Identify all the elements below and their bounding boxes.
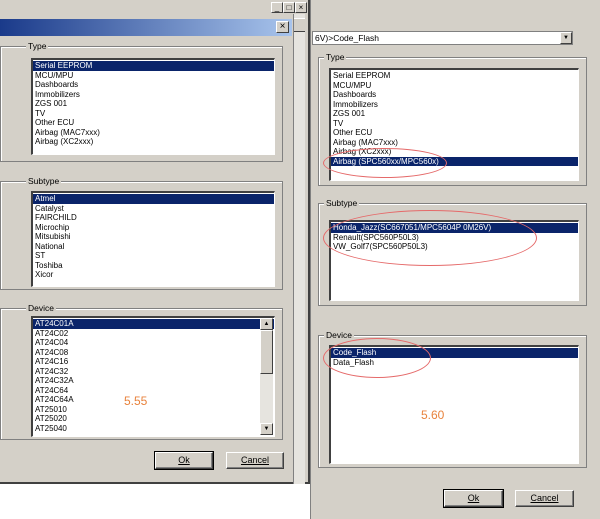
left-version-label: 5.55 (124, 394, 148, 408)
right-type-list-item[interactable]: Other ECU (331, 128, 578, 138)
left-device-list-item[interactable]: AT24C16 (33, 357, 274, 367)
right-subtype-group: Subtype Honda_Jazz(SC667051/MPC5604P 0M2… (318, 198, 587, 306)
left-subtype-list-item[interactable]: Atmel (33, 194, 274, 204)
right-device-label: Device (324, 330, 354, 341)
left-device-list-item[interactable]: AT25010 (33, 405, 274, 415)
maximize-icon[interactable]: □ (283, 2, 295, 13)
left-subtype-label: Subtype (26, 176, 62, 187)
left-type-list-item[interactable]: ZGS 001 (33, 99, 274, 109)
left-device-list-item[interactable]: AT24C08 (33, 348, 274, 358)
right-type-list-item[interactable]: ZGS 001 (331, 109, 578, 119)
device-scrollbar[interactable]: ▲ ▼ (260, 318, 273, 435)
right-cancel-button[interactable]: Cancel (515, 490, 574, 507)
right-type-list-item[interactable]: Airbag (XC2xxx) (331, 147, 578, 157)
left-ok-button[interactable]: Ok (154, 451, 214, 470)
right-cancel-label: Cancel (530, 493, 559, 503)
right-type-list-item[interactable]: TV (331, 119, 578, 129)
minimize-icon[interactable]: _ (271, 2, 283, 13)
right-dialog: 6V)>Code_Flash ▼ Type Serial EEPROM MCU/M… (310, 0, 600, 519)
left-device-label: Device (26, 303, 56, 314)
left-subtype-list-item[interactable]: Xicor (33, 270, 274, 280)
right-subtype-list-item[interactable]: Honda_Jazz(SC667051/MPC5604P 0M26V) (331, 223, 578, 233)
left-device-list-item[interactable]: AT25020 (33, 414, 274, 424)
left-subtype-listbox[interactable]: Atmel Catalyst FAIRCHILD Microchip Mitsubish… (31, 191, 275, 287)
left-type-listbox[interactable]: Serial EEPROM MCU/MPU Dashboards Immobilize… (31, 58, 275, 155)
outer-scrollbar[interactable] (293, 14, 305, 484)
left-device-list-item[interactable]: AT24C64A (33, 395, 274, 405)
right-subtype-label: Subtype (324, 198, 360, 209)
left-device-list-item[interactable]: AT24C32 (33, 367, 274, 377)
left-titlebar: × (0, 19, 292, 36)
left-device-list-item[interactable]: AT24C64 (33, 386, 274, 396)
left-subtype-list-item[interactable]: ST (33, 251, 274, 261)
right-subtype-listbox[interactable]: Honda_Jazz(SC667051/MPC5604P 0M26V) Renau… (329, 220, 579, 301)
right-ok-button[interactable]: Ok (443, 489, 504, 508)
right-type-label: Type (324, 52, 347, 63)
left-type-group: Type Serial EEPROM MCU/MPU Dashboards Immob… (0, 41, 283, 162)
left-cancel-button[interactable]: Cancel (226, 452, 284, 469)
right-type-listbox[interactable]: Serial EEPROM MCU/MPU Dashboards Immobilize… (329, 68, 579, 181)
right-device-listbox[interactable]: Code_Flash Data_Flash (329, 345, 579, 464)
scroll-up-icon[interactable]: ▲ (260, 318, 273, 330)
outer-scroll-thumb[interactable] (294, 18, 305, 32)
left-type-list-item[interactable]: Serial EEPROM (33, 61, 274, 71)
dropdown-arrow-icon[interactable]: ▼ (560, 32, 572, 44)
left-subtype-list-item[interactable]: FAIRCHILD (33, 213, 274, 223)
left-type-list-item[interactable]: MCU/MPU (33, 71, 274, 81)
scroll-down-icon[interactable]: ▼ (260, 423, 273, 435)
left-device-list-item[interactable]: AT24C02 (33, 329, 274, 339)
left-subtype-list-item[interactable]: Mitsubishi (33, 232, 274, 242)
right-type-list-item[interactable]: Dashboards (331, 90, 578, 100)
left-subtype-list-item[interactable]: National (33, 242, 274, 252)
dialog-close-icon[interactable]: × (276, 21, 289, 33)
left-type-list-item[interactable]: TV (33, 109, 274, 119)
path-text: 6V)>Code_Flash (315, 33, 380, 43)
right-type-list-item[interactable]: Airbag (SPC560xx/MPC560x) (331, 156, 578, 166)
right-type-list-item[interactable]: Serial EEPROM (331, 71, 578, 81)
right-subtype-list-item[interactable]: VW_Golf7(SPC560P50L3) (331, 242, 578, 252)
left-device-listbox[interactable]: AT24C01A AT24C02 AT24C04 AT24C08 AT24C16 AT24… (31, 316, 275, 437)
left-subtype-list-item[interactable]: Microchip (33, 223, 274, 233)
right-type-list-item[interactable]: Immobilizers (331, 100, 578, 110)
right-ok-label: Ok (467, 493, 480, 503)
close-icon[interactable]: × (295, 2, 307, 13)
right-type-list-item[interactable]: Airbag (MAC7xxx) (331, 138, 578, 148)
right-version-label: 5.60 (421, 408, 445, 422)
left-subtype-list-item[interactable]: Toshiba (33, 261, 274, 271)
left-device-list-item[interactable]: AT25040 (33, 424, 274, 434)
left-type-list-item[interactable]: Airbag (XC2xxx) (33, 137, 274, 147)
left-type-list-item[interactable]: Airbag (MAC7xxx) (33, 128, 274, 138)
left-type-list-item[interactable]: Immobilizers (33, 90, 274, 100)
left-device-group: Device AT24C01A AT24C02 AT24C04 AT24C08 AT24… (0, 303, 283, 440)
left-type-list-item[interactable]: Other ECU (33, 118, 274, 128)
left-device-list-item[interactable]: AT24C01A (33, 319, 274, 329)
left-device-list-item[interactable]: AT24C04 (33, 338, 274, 348)
left-type-list-item[interactable]: Dashboards (33, 80, 274, 90)
path-combobox[interactable]: 6V)>Code_Flash ▼ (312, 31, 573, 45)
left-subtype-group: Subtype Atmel Catalyst FAIRCHILD Microchip M… (0, 176, 283, 290)
scroll-thumb[interactable] (260, 330, 273, 374)
right-device-list-item[interactable]: Data_Flash (331, 358, 578, 368)
right-type-group: Type Serial EEPROM MCU/MPU Dashboards Immob… (318, 52, 587, 186)
right-subtype-list-item[interactable]: Renault(SPC560P50L3) (331, 233, 578, 243)
left-cancel-label: Cancel (240, 455, 269, 465)
left-subtype-list-item[interactable]: Catalyst (33, 204, 274, 214)
right-device-list-item[interactable]: Code_Flash (331, 348, 578, 358)
title-buttons: _ □ × (271, 2, 307, 13)
left-ok-label: Ok (178, 455, 190, 465)
left-dialog: _ □ × × Type Serial EEPROM MCU/MPU Dashboa… (0, 0, 310, 484)
left-device-list-item[interactable]: AT24C32A (33, 376, 274, 386)
right-device-group: Device Code_Flash Data_Flash (318, 330, 587, 468)
left-type-label: Type (26, 41, 49, 52)
right-type-list-item[interactable]: MCU/MPU (331, 81, 578, 91)
